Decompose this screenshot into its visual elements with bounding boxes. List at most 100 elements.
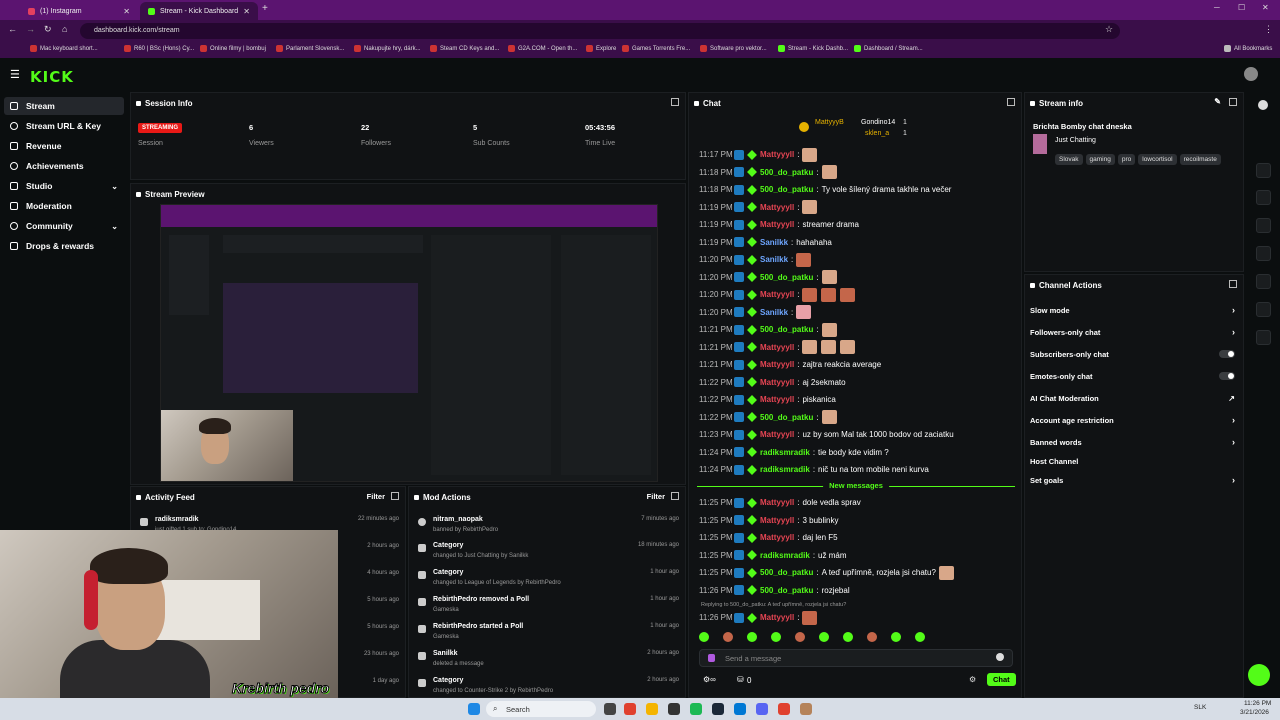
emoji-icon[interactable] [996,653,1004,661]
message-username[interactable]: 500_do_patku [760,325,813,334]
kick-logo[interactable]: KICK [30,68,74,86]
chat-message[interactable]: 11:26 PM Mattyyyll: [699,609,818,626]
message-username[interactable]: 500_do_patku [760,413,813,422]
popout-icon[interactable] [1007,98,1015,106]
close-icon[interactable]: ✕ [243,7,250,16]
chat-message[interactable]: 11:20 PM Mattyyyll: [699,286,856,303]
popout-icon[interactable] [671,98,679,106]
chat-message[interactable]: 11:21 PM Mattyyyll: [699,339,856,356]
forward-icon[interactable]: → [26,24,35,34]
discord-icon[interactable] [756,703,768,715]
edit-icon[interactable]: ✎ [1214,97,1221,106]
message-username[interactable]: 500_do_patku [760,185,813,194]
help-chat-button[interactable] [1248,664,1270,686]
close-window-button[interactable]: ✕ [1262,3,1269,12]
message-username[interactable]: radiksmradik [760,448,810,457]
bookmark-item[interactable]: Stream - Kick Dashb... [778,45,848,52]
task-view-icon[interactable] [604,703,616,715]
stream-preview-video[interactable] [160,204,658,482]
quick-emote-icon[interactable] [795,632,805,642]
bookmark-item[interactable]: Games Torrents Fre... [622,45,690,52]
bookmark-item[interactable]: Mac keyboard short... [30,45,98,52]
hamburger-menu-icon[interactable]: ☰ [10,68,20,81]
tab-instagram[interactable]: (1) Instagram ✕ [20,2,138,20]
message-username[interactable]: Sanilkk [760,255,788,264]
chat-message[interactable]: 11:19 PM Sanilkk: hahahaha [699,234,832,251]
spotify-icon[interactable] [690,703,702,715]
avatar[interactable] [1244,67,1258,81]
chat-message[interactable]: 11:20 PM Sanilkk: [699,304,812,321]
message-username[interactable]: Mattyyyll [760,290,794,299]
app-icon[interactable] [778,703,790,715]
chat-message[interactable]: 11:18 PM 500_do_patku: Ty vole šílený dram… [699,181,951,198]
sidebar-item-achievements[interactable]: Achievements [4,157,124,175]
all-bookmarks[interactable]: All Bookmarks [1224,45,1272,52]
subscribers-only-toggle[interactable] [1219,350,1235,358]
rail-icon[interactable] [1256,330,1271,345]
sidebar-item-drops-rewards[interactable]: Drops & rewards [4,237,124,255]
message-username[interactable]: Mattyyyll [760,203,794,212]
chat-message[interactable]: 11:18 PM 500_do_patku: [699,164,838,181]
popout-icon[interactable] [391,492,399,500]
gifter-name[interactable]: MattyyyB [815,119,844,126]
chat-message[interactable]: 11:21 PM Mattyyyll: zajtra reakcia average [699,356,881,373]
message-username[interactable]: Mattyyyll [760,343,794,352]
quick-emote-icon[interactable] [843,632,853,642]
filter-button[interactable]: Filter [367,492,385,501]
message-username[interactable]: Mattyyyll [760,533,794,542]
chat-message[interactable]: 11:22 PM 500_do_patku: [699,409,838,426]
bookmark-item[interactable]: Explore [586,45,616,52]
new-tab-button[interactable]: + [262,3,268,14]
steam-icon[interactable] [712,703,724,715]
bookmark-item[interactable]: Online filmy | bombuj [200,45,266,52]
chat-message[interactable]: 11:20 PM 500_do_patku: [699,269,838,286]
action-account-age[interactable]: Account age restriction › [1030,409,1235,431]
message-username[interactable]: radiksmradik [760,551,810,560]
minimize-button[interactable]: ─ [1214,3,1220,12]
sidebar-item-community[interactable]: Community ⌄ [4,217,124,235]
chat-message[interactable]: 11:25 PM Mattyyyll:3 bublinky [699,512,839,529]
rail-icon[interactable] [1256,302,1271,317]
chat-message[interactable]: 11:23 PM Mattyyyll: uz by som Mal tak 1000… [699,426,954,443]
rail-icon[interactable] [1256,246,1271,261]
popout-icon[interactable] [1229,280,1237,288]
sidebar-item-stream[interactable]: Stream [4,97,124,115]
bookmark-item[interactable]: Parlament Slovensk... [276,45,344,52]
quick-emote-icon[interactable] [771,632,781,642]
quick-emote-icon[interactable] [867,632,877,642]
message-username[interactable]: 500_do_patku [760,568,813,577]
openai-icon[interactable] [668,703,680,715]
info-icon[interactable] [1258,100,1268,110]
filter-button[interactable]: Filter [647,492,665,501]
message-username[interactable]: Mattyyyll [760,378,794,387]
file-explorer-icon[interactable] [646,703,658,715]
quick-emote-icon[interactable] [891,632,901,642]
message-username[interactable]: Mattyyyll [760,430,794,439]
chat-message[interactable]: 11:17 PM Mattyyyll: [699,148,818,163]
action-followers-only[interactable]: Followers-only chat › [1030,321,1235,343]
message-username[interactable]: Mattyyyll [760,613,794,622]
gifter-name[interactable]: sklen_a [865,130,889,137]
quick-emote-icon[interactable] [699,632,709,642]
chat-message[interactable]: 11:25 PM 500_do_patku: A teď upřímně, rozj… [699,564,955,581]
action-emotes-only[interactable]: Emotes-only chat [1030,365,1235,387]
reload-icon[interactable]: ↻ [44,24,52,35]
rail-icon[interactable] [1256,190,1271,205]
rail-icon[interactable] [1256,274,1271,289]
back-icon[interactable]: ← [8,24,17,34]
chat-settings-icon[interactable]: ⚙∞ [703,675,716,684]
chat-message[interactable]: 11:25 PM Mattyyyll: dole vedla sprav [699,494,861,511]
taskbar-search[interactable]: ⌕ Search [486,701,596,717]
chat-message[interactable]: 11:19 PM Mattyyyll: [699,199,818,216]
emotes-only-toggle[interactable] [1219,372,1235,380]
popout-icon[interactable] [671,492,679,500]
bookmark-item[interactable]: Software pro vektor... [700,45,767,52]
bookmark-item[interactable]: Nakupujte hry, dárk... [354,45,421,52]
message-username[interactable]: 500_do_patku [760,273,813,282]
message-username[interactable]: Mattyyyll [760,360,794,369]
chat-message[interactable]: 11:21 PM 500_do_patku: [699,321,838,338]
bookmark-item[interactable]: G2A.COM - Open th... [508,45,577,52]
app-icon[interactable] [734,703,746,715]
sidebar-item-revenue[interactable]: Revenue [4,137,124,155]
quick-emote-icon[interactable] [915,632,925,642]
